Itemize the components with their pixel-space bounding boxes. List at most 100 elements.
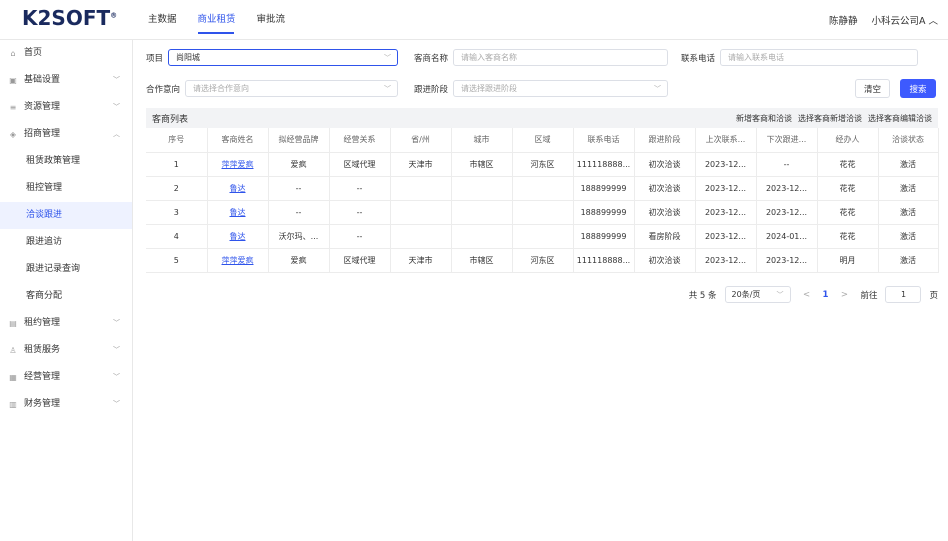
list-actions: 新增客商和洽谈 选择客商新增洽谈 选择客商编辑洽谈	[736, 113, 932, 124]
table-row[interactable]: 5 萍萍爱疯 爱疯 区域代理 天津市 市辖区 河东区 111118888... 初次洽谈 2023…	[146, 248, 939, 273]
merchant-name-link[interactable]: 鲁达	[207, 176, 269, 201]
sidebar-item-label: 租赁服务	[24, 345, 61, 355]
column-header: 跟进阶段	[634, 128, 696, 153]
settings-icon: ▣	[9, 76, 17, 85]
sidebar: ⌂ 首页 ▣ 基础设置 ﹀ ≡ 资源管理 ﹀ ◈ 招商管理 ︿ 租赁政策管理 租控管理洽谈跟进 跟进追访跟…	[0, 40, 133, 541]
pagination: 共 5 条 20条/页 ﹀ < 1 > 前往 1 页	[689, 286, 938, 303]
sidebar-item[interactable]: ⌂ 首页	[0, 40, 132, 67]
finance-icon: ▥	[9, 400, 17, 409]
table-cell	[451, 224, 513, 249]
sidebar-item[interactable]: 租赁政策管理	[0, 148, 132, 175]
merchant-icon: ◈	[9, 130, 17, 139]
column-header: 省/州	[390, 128, 452, 153]
merchant-name-link[interactable]: 鲁达	[207, 200, 269, 225]
table-cell: 花花	[817, 200, 879, 225]
table-cell: --	[268, 200, 330, 225]
sidebar-item[interactable]: 客商分配	[0, 283, 132, 310]
table-row[interactable]: 3 鲁达 -- -- 188899999 初次洽谈 2023-12... 2023-12...…	[146, 200, 939, 225]
service-icon: ♙	[9, 346, 17, 355]
merchant-name-link[interactable]: 萍萍爱疯	[207, 248, 269, 273]
page-unit-label: 页	[929, 290, 938, 301]
chevron-up-icon: ︿	[113, 130, 120, 138]
tab-approval-flow[interactable]: 审批流	[257, 0, 303, 40]
table-cell: --	[329, 200, 391, 225]
sidebar-item-label: 租控管理	[26, 183, 63, 193]
table-cell: 激活	[878, 200, 939, 225]
table-cell: 市辖区	[451, 248, 513, 273]
table-cell: 188899999	[573, 200, 635, 225]
prev-page-icon[interactable]: <	[799, 290, 815, 300]
table-cell: 爱疯	[268, 152, 330, 177]
company-switcher[interactable]: 小科云公司A ︿	[871, 13, 938, 27]
add-merchant-negotiation-button[interactable]: 新增客商和洽谈	[736, 113, 792, 124]
table-cell: 初次洽谈	[634, 248, 696, 273]
chevron-down-icon: ﹀	[384, 84, 392, 93]
select-merchant-edit-negotiation-button[interactable]: 选择客商编辑洽谈	[868, 113, 932, 124]
table-cell: 188899999	[573, 176, 635, 201]
top-bar: K2SOFT® 主数据 商业租赁 审批流 陈静静 小科云公司A ︿	[0, 0, 948, 40]
phone-input[interactable]: 请输入联系电话	[720, 49, 919, 66]
table-cell: 激活	[878, 224, 939, 249]
table-cell: 2023-12...	[695, 176, 757, 201]
table-cell	[451, 176, 513, 201]
sidebar-item[interactable]: 洽谈跟进	[0, 202, 132, 229]
sidebar-item-label: 招商管理	[24, 129, 61, 139]
table-row[interactable]: 4 鲁达 沃尔玛、... -- 188899999 看房阶段 2023-12... 2024-…	[146, 224, 939, 249]
sidebar-item[interactable]: 跟进记录查询	[0, 256, 132, 283]
table-cell: 激活	[878, 152, 939, 177]
intent-filter: 合作意向 请选择合作意向 ﹀	[146, 80, 399, 97]
sidebar-item[interactable]: ▤ 租约管理 ﹀	[0, 310, 132, 337]
sidebar-item[interactable]: ▣ 基础设置 ﹀	[0, 67, 132, 94]
sidebar-item[interactable]: 租控管理	[0, 175, 132, 202]
chevron-down-icon: ﹀	[113, 373, 120, 381]
page-number[interactable]: 1	[823, 290, 829, 300]
stage-select[interactable]: 请选择跟进阶段 ﹀	[453, 80, 669, 97]
table-cell: 初次洽谈	[634, 152, 696, 177]
page-size-select[interactable]: 20条/页 ﹀	[724, 286, 791, 303]
project-select[interactable]: 尚阳城 ﹀	[168, 49, 399, 66]
table-cell: 2023-12...	[695, 152, 757, 177]
total-count: 共 5 条	[688, 290, 717, 301]
table-cell: 看房阶段	[634, 224, 696, 249]
list-header: 客商列表 新增客商和洽谈 选择客商新增洽谈 选择客商编辑洽谈	[146, 108, 938, 128]
table-cell	[512, 176, 574, 201]
sidebar-item[interactable]: ♙ 租赁服务 ﹀	[0, 337, 132, 364]
table-cell: 3	[146, 200, 208, 225]
sidebar-item[interactable]: 跟进追访	[0, 229, 132, 256]
intent-label: 合作意向	[146, 84, 181, 95]
clear-button[interactable]: 清空	[855, 79, 890, 98]
phone-filter: 联系电话 请输入联系电话	[681, 49, 919, 66]
merchant-name-link[interactable]: 萍萍爱疯	[207, 152, 269, 177]
select-merchant-add-negotiation-button[interactable]: 选择客商新增洽谈	[798, 113, 862, 124]
sidebar-item-label: 租约管理	[24, 318, 61, 328]
table-cell: 初次洽谈	[634, 176, 696, 201]
user-name[interactable]: 陈静静	[829, 13, 858, 27]
merchant-name-link[interactable]: 鲁达	[207, 224, 269, 249]
sidebar-item[interactable]: ▦ 经营管理 ﹀	[0, 364, 132, 391]
sidebar-item[interactable]: ≡ 资源管理 ﹀	[0, 94, 132, 121]
table-cell: 4	[146, 224, 208, 249]
goto-page-input[interactable]: 1	[885, 286, 922, 303]
sidebar-item-label: 财务管理	[24, 399, 61, 409]
column-header: 洽谈状态	[878, 128, 939, 153]
table-row[interactable]: 2 鲁达 -- -- 188899999 初次洽谈 2023-12... 2023-12...…	[146, 176, 939, 201]
table-cell: 区域代理	[329, 152, 391, 177]
chevron-up-icon: ︿	[928, 16, 938, 27]
table-row[interactable]: 1 萍萍爱疯 爱疯 区域代理 天津市 市辖区 河东区 111118888... 初次洽谈 2023…	[146, 152, 939, 177]
search-button[interactable]: 搜索	[900, 79, 936, 98]
table-cell: --	[756, 152, 818, 177]
column-header: 拟经营品牌	[268, 128, 330, 153]
sidebar-item[interactable]: ◈ 招商管理 ︿	[0, 121, 132, 148]
merchant-name-input[interactable]: 请输入客商名称	[453, 49, 669, 66]
tab-commercial-leasing[interactable]: 商业租赁	[197, 0, 253, 40]
tab-master-data[interactable]: 主数据	[148, 0, 194, 40]
next-page-icon[interactable]: >	[836, 290, 852, 300]
sidebar-item[interactable]: ▥ 财务管理 ﹀	[0, 391, 132, 418]
intent-select[interactable]: 请选择合作意向 ﹀	[185, 80, 399, 97]
phone-label: 联系电话	[681, 53, 716, 64]
sidebar-item-label: 首页	[24, 48, 43, 58]
table-cell: 激活	[878, 176, 939, 201]
sidebar-item-label: 租赁政策管理	[26, 156, 81, 166]
chevron-down-icon: ﹀	[113, 400, 120, 408]
stage-filter: 跟进阶段 请选择跟进阶段 ﹀	[414, 80, 669, 97]
